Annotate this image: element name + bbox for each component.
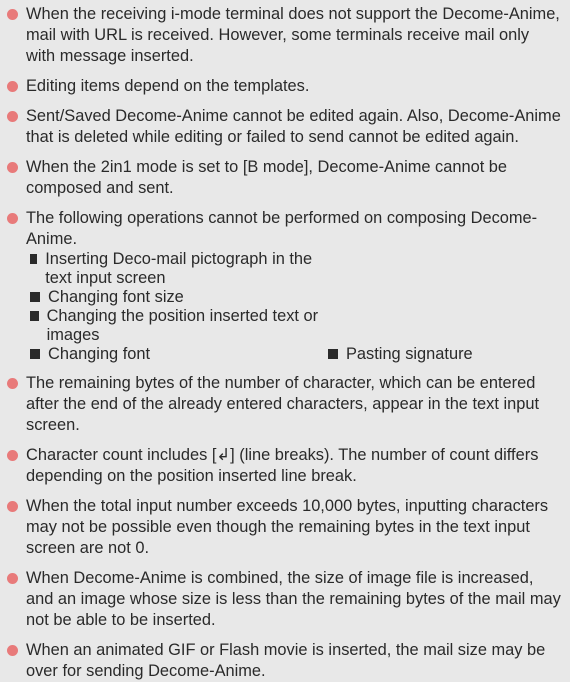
item-text: When an animated GIF or Flash movie is i…: [26, 641, 546, 680]
list-item: When the total input number exceeds 10,0…: [6, 496, 562, 559]
notes-list: When the receiving i-mode terminal does …: [0, 0, 570, 682]
square-bullet-icon: [30, 311, 39, 321]
item-text: When the 2in1 mode is set to [B mode], D…: [26, 158, 508, 197]
bullet-icon: [7, 645, 18, 656]
list-item: When the 2in1 mode is set to [B mode], D…: [6, 157, 562, 199]
item-text: When Decome-Anime is combined, the size …: [26, 569, 561, 629]
item-text: When the total input number exceeds 10,0…: [26, 497, 549, 557]
list-item: Character count includes [↲] (line break…: [6, 445, 562, 487]
item-text: Sent/Saved Decome-Anime cannot be edited…: [26, 107, 561, 146]
list-item: When an animated GIF or Flash movie is i…: [6, 640, 562, 682]
sub-list-item: Changing font: [26, 345, 328, 364]
bullet-icon: [7, 162, 18, 173]
list-item: When the receiving i-mode terminal does …: [6, 4, 562, 67]
sub-item-text: Changing font size: [48, 288, 184, 306]
sub-list: Inserting Deco-mail pictograph in the te…: [26, 250, 562, 364]
bullet-icon: [7, 450, 18, 461]
sub-item-text: Pasting signature: [346, 345, 473, 363]
bullet-icon: [7, 573, 18, 584]
item-text: The following operations cannot be perfo…: [26, 209, 538, 248]
sub-item-text: Changing the position inserted text or i…: [46, 307, 319, 344]
bullet-icon: [7, 111, 18, 122]
item-text: When the receiving i-mode terminal does …: [26, 5, 560, 65]
bullet-icon: [7, 501, 18, 512]
bullet-icon: [7, 81, 18, 92]
list-item: Sent/Saved Decome-Anime cannot be edited…: [6, 106, 562, 148]
bullet-icon: [7, 378, 18, 389]
square-bullet-icon: [30, 254, 38, 264]
square-bullet-icon: [30, 349, 40, 359]
sub-list-item: Changing font size: [26, 288, 328, 307]
sub-list-item: Inserting Deco-mail pictograph in the te…: [26, 250, 328, 288]
item-text: Editing items depend on the templates.: [26, 77, 310, 95]
square-bullet-icon: [30, 292, 40, 302]
list-item: The following operations cannot be perfo…: [6, 208, 562, 364]
bullet-icon: [7, 9, 18, 20]
sub-list-item: Changing the position inserted text or i…: [26, 307, 328, 345]
list-item: When Decome-Anime is combined, the size …: [6, 568, 562, 631]
square-bullet-icon: [328, 349, 338, 359]
sub-list-item: Pasting signature: [328, 345, 473, 364]
item-text: The remaining bytes of the number of cha…: [26, 374, 539, 434]
bullet-icon: [7, 213, 18, 224]
item-text: Character count includes [↲] (line break…: [26, 446, 539, 485]
sub-item-text: Inserting Deco-mail pictograph in the te…: [45, 250, 313, 287]
list-item: The remaining bytes of the number of cha…: [6, 373, 562, 436]
sub-item-text: Changing font: [48, 345, 151, 363]
list-item: Editing items depend on the templates.: [6, 76, 562, 97]
